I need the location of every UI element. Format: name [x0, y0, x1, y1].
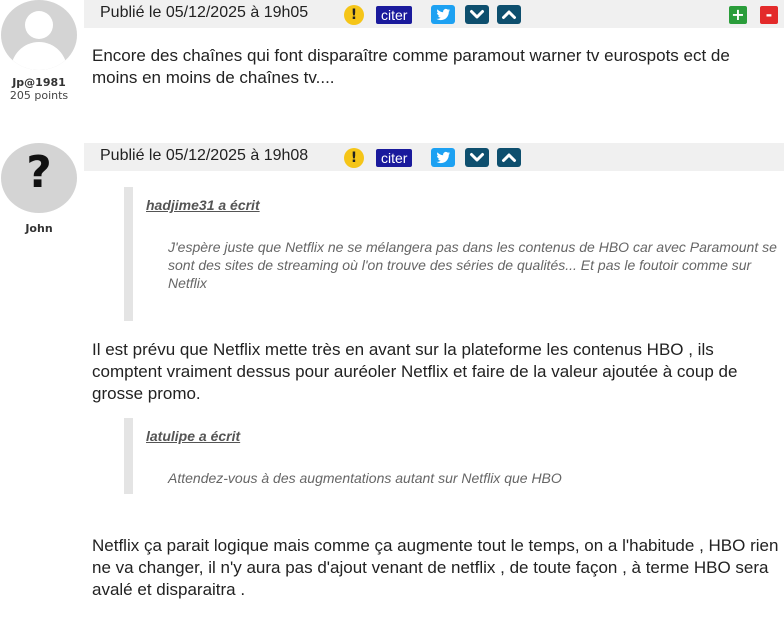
twitter-share-icon[interactable] — [431, 148, 455, 167]
username[interactable]: John — [0, 222, 78, 235]
quote-button[interactable]: citer — [376, 149, 413, 167]
author-info: Jp@1981 205 points — [0, 0, 78, 102]
user-points: 205 points — [9, 89, 69, 102]
vote-down-button[interactable] — [465, 5, 489, 24]
report-icon[interactable]: ! — [344, 5, 364, 25]
comment-text: Encore des chaînes qui font disparaître … — [92, 46, 730, 87]
avatar-shoulders-shape — [11, 42, 67, 70]
quote-text: J'espère juste que Netflix ne se mélange… — [168, 239, 777, 291]
chevron-down-icon — [470, 153, 484, 162]
vote-down-button[interactable] — [465, 148, 489, 167]
quote-text: Attendez-vous à des augmentations autant… — [168, 470, 562, 486]
post-header: Publié le 05/12/2025 à 19h08 ! citer — [84, 143, 784, 171]
author-info: ? John — [0, 143, 78, 235]
quote-block: hadjime31 a écrit J'espère juste que Net… — [124, 187, 784, 321]
quote-author-link[interactable]: latulipe a écrit — [146, 428, 240, 444]
vote-up-button[interactable] — [497, 148, 521, 167]
quote-author-link[interactable]: hadjime31 a écrit — [146, 197, 260, 213]
comment-text: Netflix ça parait logique mais comme ça … — [92, 536, 779, 599]
post-date: Publié le 05/12/2025 à 19h08 — [100, 147, 309, 164]
avatar[interactable]: ? — [1, 143, 77, 213]
plus-button[interactable]: + — [729, 6, 747, 24]
avatar-head-shape — [25, 11, 53, 39]
report-icon[interactable]: ! — [344, 148, 364, 168]
avatar[interactable] — [1, 0, 77, 70]
quote-block: latulipe a écrit Attendez-vous à des aug… — [124, 418, 784, 494]
question-mark-icon: ? — [26, 147, 52, 198]
quote-button[interactable]: citer — [376, 6, 413, 24]
chevron-down-icon — [470, 10, 484, 19]
vote-up-button[interactable] — [497, 5, 521, 24]
chevron-up-icon — [502, 10, 516, 19]
comment-text: Il est prévu que Netflix mette très en a… — [92, 340, 738, 403]
post-date: Publié le 05/12/2025 à 19h05 — [100, 4, 309, 21]
chevron-up-icon — [502, 153, 516, 162]
twitter-share-icon[interactable] — [431, 5, 455, 24]
minus-button[interactable]: - — [760, 6, 778, 24]
post-header: Publié le 05/12/2025 à 19h05 ! citer + - — [84, 0, 784, 28]
username[interactable]: Jp@1981 — [0, 76, 78, 89]
